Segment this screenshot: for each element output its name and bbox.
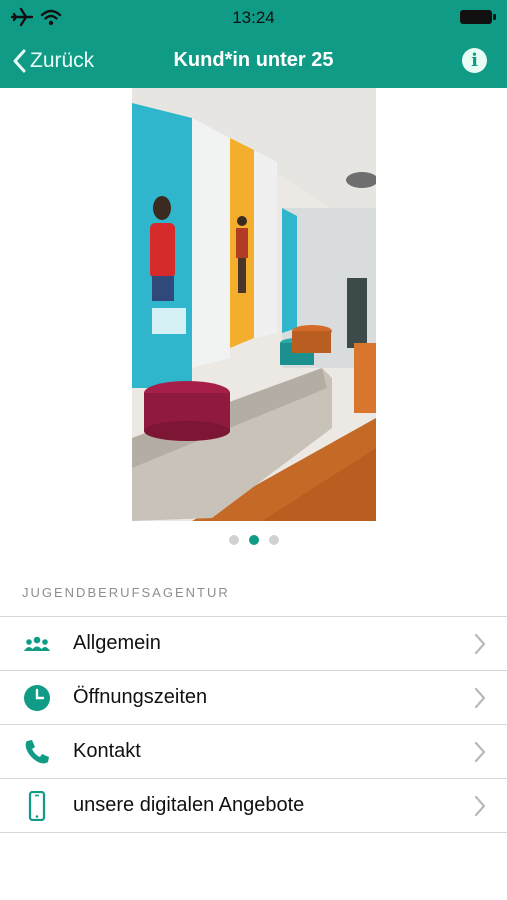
page-dot-2-active[interactable] — [248, 535, 259, 545]
page-title: Kund*in unter 25 — [173, 49, 334, 71]
office-photo — [132, 88, 376, 521]
status-bar: 13:24 — [0, 0, 507, 34]
page-indicator[interactable] — [0, 535, 507, 545]
menu-item-label: Kontakt — [73, 740, 141, 762]
app-header: 13:24 Zurück Kund*in unter 25 i — [0, 0, 507, 88]
menu-item-label: unsere digitalen Angebote — [73, 794, 305, 816]
carousel-image[interactable] — [132, 88, 376, 521]
battery-icon — [460, 10, 496, 24]
status-time: 13:24 — [232, 8, 275, 27]
menu-item-oeffnungszeiten[interactable]: Öffnungszeiten — [0, 671, 507, 725]
menu-item-digitale-angebote[interactable]: unsere digitalen Angebote — [0, 779, 507, 833]
menu-item-label: Öffnungszeiten — [73, 686, 208, 708]
chevron-right-icon — [474, 633, 486, 655]
smartphone-icon — [28, 791, 46, 821]
menu-list: Allgemein Öffnungszeiten Kontakt unsere … — [0, 616, 507, 833]
people-icon — [24, 636, 50, 651]
chevron-right-icon — [474, 687, 486, 709]
menu-item-label: Allgemein — [73, 632, 161, 654]
clock-icon — [24, 685, 50, 711]
phone-icon — [25, 740, 49, 764]
nav-bar: Zurück Kund*in unter 25 i — [0, 34, 507, 88]
info-button[interactable]: i — [462, 48, 487, 73]
section-header: JUGENDBERUFSAGENTUR — [22, 585, 230, 600]
page-dot-3[interactable] — [268, 535, 279, 545]
page-dot-1[interactable] — [228, 535, 239, 545]
chevron-right-icon — [474, 795, 486, 817]
menu-item-kontakt[interactable]: Kontakt — [0, 725, 507, 779]
chevron-right-icon — [474, 741, 486, 763]
menu-item-allgemein[interactable]: Allgemein — [0, 617, 507, 671]
